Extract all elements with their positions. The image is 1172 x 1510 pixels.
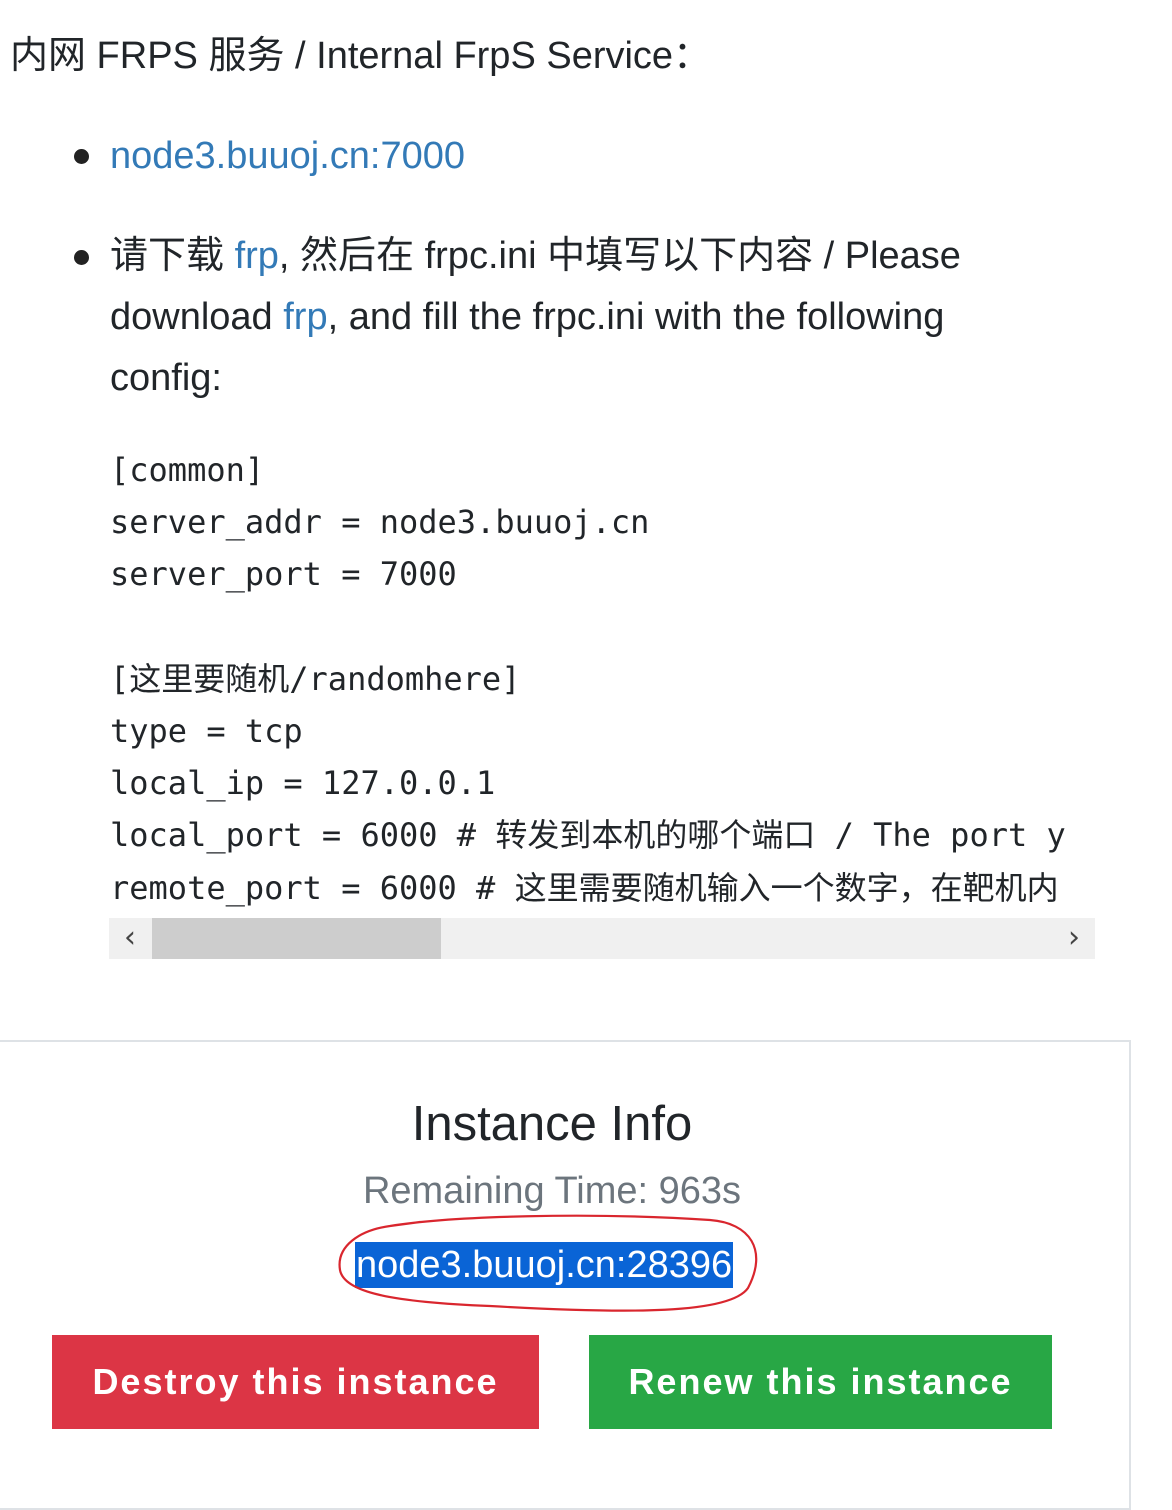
frp-download-link[interactable]: frp — [235, 235, 279, 277]
page-heading: 内网 FRPS 服务 / Internal FrpS Service： — [10, 35, 712, 77]
bullet-dot-icon — [74, 149, 89, 164]
destroy-instance-button[interactable]: Destroy this instance — [52, 1335, 539, 1429]
frps-server-link[interactable]: node3.buuoj.cn:7000 — [110, 135, 465, 177]
horizontal-scrollbar[interactable]: ‹ › — [109, 918, 1095, 959]
instance-title: Instance Info — [411, 1097, 693, 1151]
red-circle-annotation-icon — [338, 1214, 758, 1312]
frp-download-link-en[interactable]: frp — [283, 296, 327, 338]
scroll-right-icon[interactable]: › — [1053, 918, 1095, 959]
instruction-pre: 请下载 — [110, 235, 235, 277]
config-code-block[interactable]: [common] server_addr = node3.buuoj.cn se… — [109, 442, 1095, 960]
renew-instance-button[interactable]: Renew this instance — [589, 1335, 1052, 1429]
scrollbar-thumb[interactable] — [152, 918, 441, 959]
scroll-left-icon[interactable]: ‹ — [109, 918, 151, 959]
remaining-time: Remaining Time: 963s — [362, 1170, 742, 1212]
config-code: [common] server_addr = node3.buuoj.cn se… — [110, 451, 1066, 907]
instruction-text: 请下载 frp, 然后在 frpc.ini 中填写以下内容 / Please d… — [110, 226, 1010, 409]
bullet-dot-icon — [74, 250, 89, 265]
